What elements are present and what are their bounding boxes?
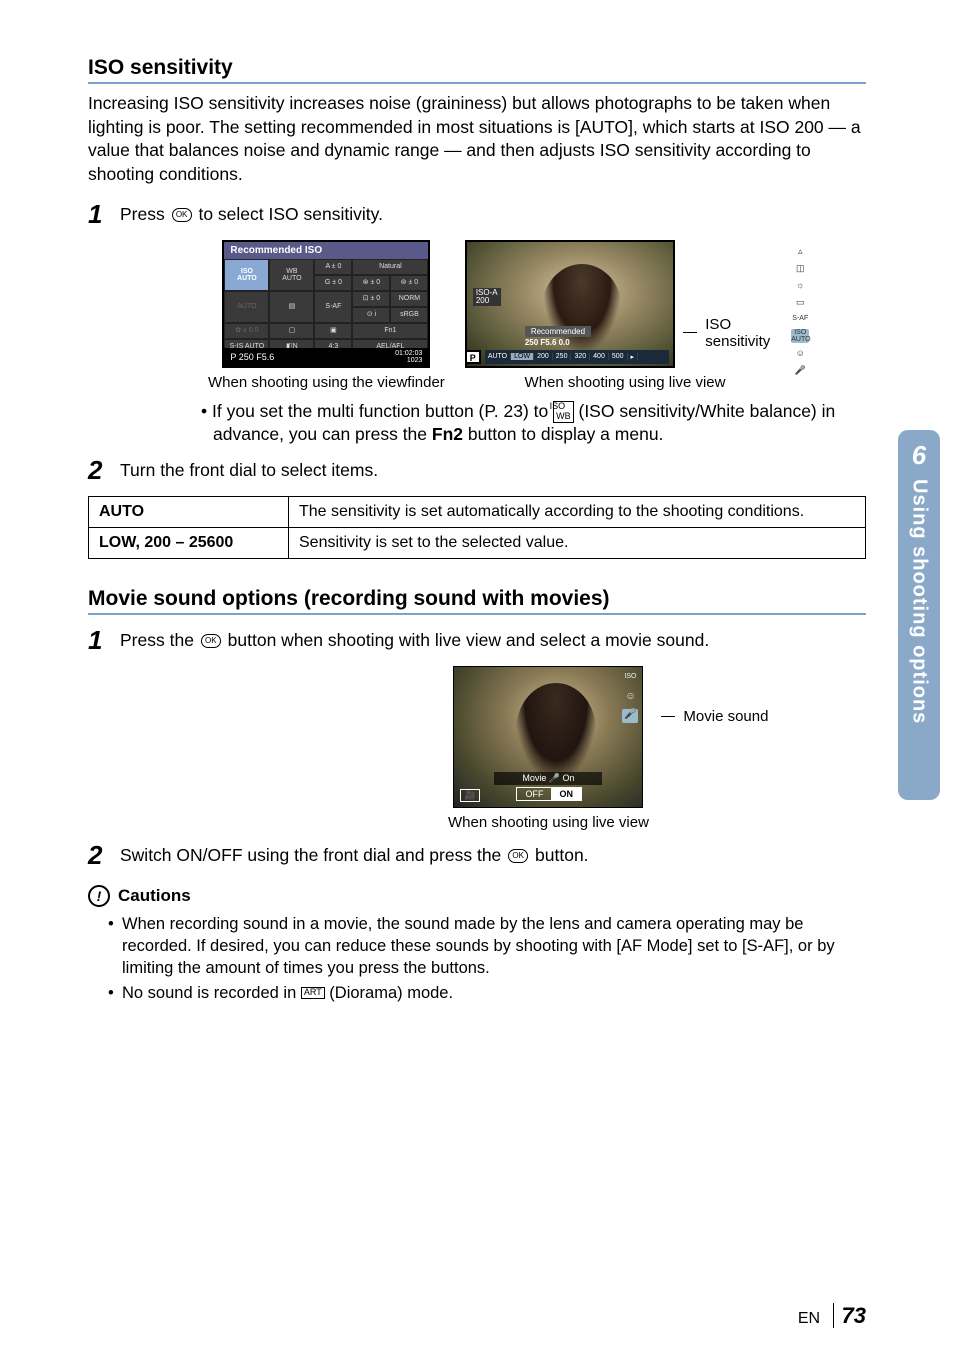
iso-range-desc: Sensitivity is set to the selected value… (289, 527, 866, 558)
vf-caption: When shooting using the viewfinder (208, 374, 445, 392)
lv-caption: When shooting using live view (520, 374, 730, 392)
face-icon: ☺ (622, 691, 638, 705)
vf-auto-dim: AUTO (224, 291, 269, 323)
picture-mode-icon: ◫ (791, 261, 809, 275)
lv-rec-values: 250 F5.6 0.0 (525, 338, 570, 347)
vf-fn1: Fn1 (352, 323, 428, 339)
mic-on-icon: 🎤 (622, 709, 638, 723)
toggle-off: OFF (517, 788, 551, 800)
liveview-panel: ISO-A 200 Recommended 250 F5.6 0.0 P AUT… (465, 240, 675, 368)
iso-wb-icon: ISO WB (553, 401, 574, 423)
cautions-heading: ! Cautions (88, 885, 866, 907)
step1-post: to select ISO sensitivity. (194, 204, 383, 224)
vf-wb-auto: WBAUTO (269, 259, 314, 291)
vf-a0: A ± 0 (314, 259, 352, 275)
vf-flash-exp: ✿ ± 0.0 (224, 323, 269, 339)
viewfinder-figure: Recommended ISO ISOAUTO WBAUTO A ± 0 Nat… (208, 240, 445, 392)
wb-icon: ☼ (791, 278, 809, 292)
vf-g0: G ± 0 (314, 275, 352, 291)
ok-button-icon: OK (508, 849, 528, 863)
ok-button-icon: OK (172, 208, 192, 222)
vf-norm: NORM (390, 291, 428, 307)
table-row: AUTO The sensitivity is set automaticall… (89, 496, 866, 527)
vf-flash: ⊡ ± 0 (352, 291, 390, 307)
aspect-icon: ▭ (791, 295, 809, 309)
vf-header: Recommended ISO (224, 242, 428, 259)
iso-auto-desc: The sensitivity is set automatically acc… (289, 496, 866, 527)
movie-step-2: 2 Switch ON/OFF using the front dial and… (88, 840, 866, 871)
mic-icon: 🎤 (791, 363, 809, 377)
step-number: 1 (88, 625, 120, 656)
super-control-panel: Recommended ISO ISOAUTO WBAUTO A ± 0 Nat… (222, 240, 430, 368)
page-footer: EN 73 (798, 1303, 866, 1329)
vf-icon1: ⊛ ± 0 (352, 275, 390, 291)
vf-area: ▣ (314, 323, 352, 339)
toggle-on: ON (551, 788, 581, 800)
vf-drive: ▢ (269, 323, 314, 339)
lv-side-icons: ▵ ◫ ☼ ▭ S-AF ISOAUTO ☺ 🎤 (791, 244, 809, 377)
step1-pre: Press (120, 204, 170, 224)
movie-sound-bar: Movie 🎤 On (494, 772, 602, 785)
liveview-figure: ISO-A 200 Recommended 250 F5.6 0.0 P AUT… (465, 240, 785, 392)
iso-range-label: LOW, 200 – 25600 (89, 527, 289, 558)
cautions-list: When recording sound in a movie, the sou… (108, 913, 866, 1004)
nav-up-icon: ▵ (791, 244, 809, 258)
iso-auto-icon: ISOAUTO (791, 329, 809, 343)
iso-pointer-label: ISO sensitivity (705, 316, 785, 350)
iso-auto-icon: ISO (622, 673, 638, 687)
vf-bottom-right: 01:02:03 1023 (395, 350, 422, 364)
iso-section-title: ISO sensitivity (88, 56, 866, 84)
vf-icon2: ⊚ ± 0 (390, 275, 428, 291)
lv-p-badge: P (465, 350, 481, 364)
step-number: 2 (88, 840, 120, 871)
mv-caption: When shooting using live view (448, 814, 649, 832)
chapter-title: Using shooting options (908, 479, 931, 724)
caution-icon: ! (88, 885, 110, 907)
mv-side-icons: ISO ☺ 🎤 (622, 673, 638, 723)
iso-step-1: 1 Press OK to select ISO sensitivity. (88, 199, 866, 230)
lv-iso-bar: AUTO LOW 200 250 320 400 500 ▸ (485, 350, 669, 364)
chapter-tab: 6 Using shooting options (898, 430, 940, 800)
lv-recommended: Recommended (525, 326, 591, 337)
vf-bottom-left: P 250 F5.6 (230, 352, 274, 362)
mv-subject (516, 683, 596, 778)
movie-panel: ISO ☺ 🎤 Movie 🎤 On OFF ON 🎥 (453, 666, 643, 808)
vf-iso-auto: ISOAUTO (224, 259, 269, 291)
movie-sound-pointer: Movie sound (683, 708, 768, 725)
movie-sound-title: Movie sound options (recording sound wit… (88, 587, 866, 615)
caution-item: No sound is recorded in ART (Diorama) mo… (108, 982, 866, 1004)
page-number: 73 (833, 1303, 866, 1328)
iso-intro: Increasing ISO sensitivity increases noi… (88, 92, 866, 187)
art-icon: ART (301, 987, 325, 999)
movie-mode-badge: 🎥 (460, 789, 479, 802)
multi-fn-note: • If you set the multi function button (… (213, 400, 866, 447)
movie-liveview-figure: ISO ☺ 🎤 Movie 🎤 On OFF ON 🎥 When shootin… (448, 666, 649, 832)
vf-natural: Natural (352, 259, 428, 275)
ok-button-icon: OK (201, 634, 221, 648)
lv-iso-label: ISO-A 200 (473, 288, 501, 306)
chapter-number: 6 (912, 440, 926, 471)
saf-icon: S-AF (791, 312, 809, 326)
vf-face: ⊙ i (352, 307, 390, 323)
movie-step-1: 1 Press the OK button when shooting with… (88, 625, 866, 656)
vf-srgb: sRGB (390, 307, 428, 323)
face-icon: ☺ (791, 346, 809, 360)
iso-auto-label: AUTO (89, 496, 289, 527)
vf-meter-icon: ▤ (269, 291, 314, 323)
step-number: 2 (88, 455, 120, 486)
table-row: LOW, 200 – 25600 Sensitivity is set to t… (89, 527, 866, 558)
caution-item: When recording sound in a movie, the sou… (108, 913, 866, 980)
vf-saf: S-AF (314, 291, 352, 323)
movie-sound-toggle: OFF ON (516, 787, 582, 801)
step-number: 1 (88, 199, 120, 230)
iso-step-2: 2 Turn the front dial to select items. (88, 455, 866, 486)
iso-table: AUTO The sensitivity is set automaticall… (88, 496, 866, 559)
